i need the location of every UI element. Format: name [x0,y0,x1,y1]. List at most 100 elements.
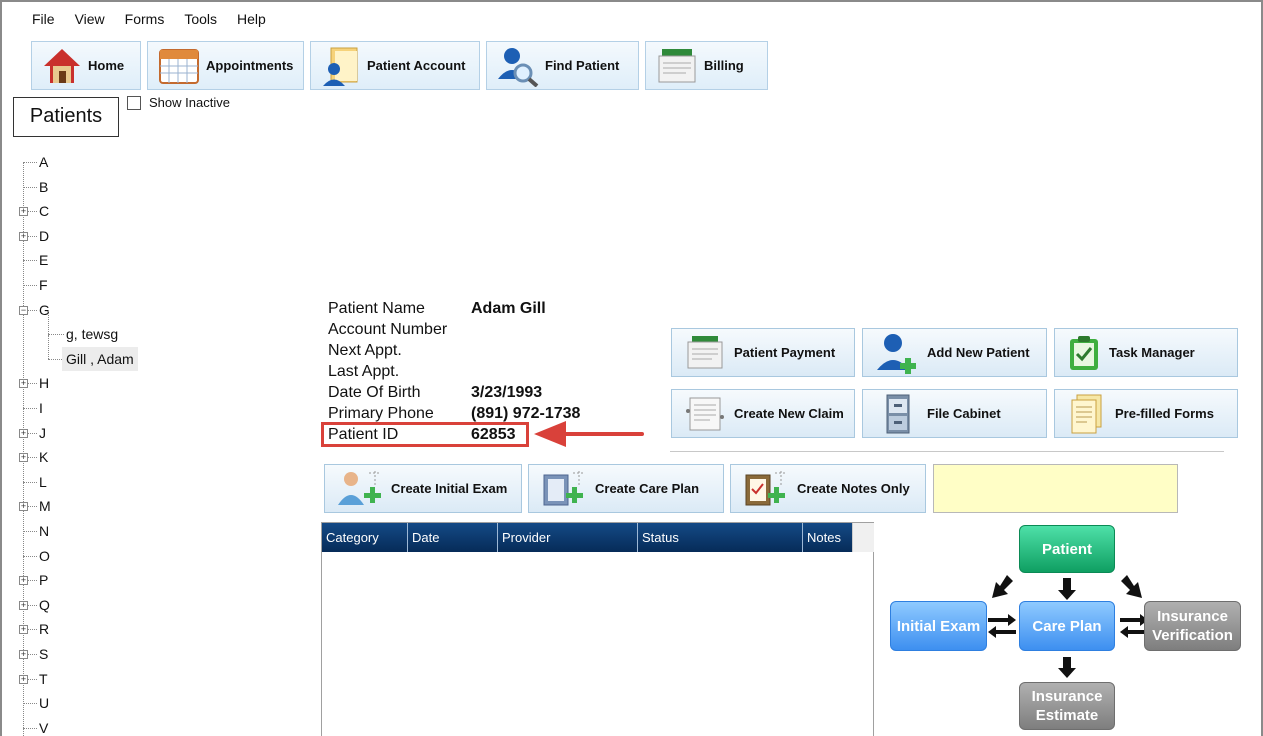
patient-name-label: Patient Name [328,300,425,317]
find-patient-button[interactable]: Find Patient [486,41,639,90]
file-cabinet-button[interactable]: File Cabinet [862,389,1047,438]
column-notes[interactable]: Notes [803,523,852,552]
prefilled-forms-label: Pre-filled Forms [1115,406,1214,421]
tree-node-n[interactable]: N [39,519,49,543]
next-appt-label: Next Appt. [328,342,402,359]
create-new-claim-label: Create New Claim [734,406,844,421]
tree-node-m[interactable]: M [39,494,51,518]
add-new-patient-button[interactable]: Add New Patient [862,328,1047,377]
dob-label: Date Of Birth [328,384,421,401]
expand-icon[interactable]: + [19,600,28,610]
expand-icon[interactable]: + [19,428,28,438]
expand-icon[interactable]: + [19,625,28,635]
billing-label: Billing [704,58,744,73]
file-cabinet-label: File Cabinet [927,406,1001,421]
tree-node-j[interactable]: J [39,421,46,445]
menu-file[interactable]: File [22,2,65,36]
tree-patient-item[interactable]: g, tewsg [66,322,118,346]
expand-icon[interactable]: + [19,502,28,512]
tree-node-t[interactable]: T [39,667,48,691]
tree-node-k[interactable]: K [39,445,48,469]
appointments-button[interactable]: Appointments [147,41,304,90]
expand-icon[interactable]: + [19,576,28,586]
create-initial-exam-label: Create Initial Exam [391,481,508,496]
file-cabinet-icon [886,394,910,433]
flow-insurance-estimate-node[interactable]: Insurance Estimate [1019,682,1115,730]
appointments-label: Appointments [206,58,294,73]
tree-connector [48,334,64,336]
tree-node-o[interactable]: O [39,544,50,568]
tree-node-u[interactable]: U [39,691,49,715]
task-manager-button[interactable]: Task Manager [1054,328,1238,377]
collapse-icon[interactable]: − [19,305,28,315]
expand-icon[interactable]: + [19,207,28,217]
patients-title: Patients [13,97,119,137]
expand-icon[interactable]: + [19,231,28,241]
tree-node-a[interactable]: A [39,150,48,174]
tree-node-f[interactable]: F [39,273,48,297]
find-patient-label: Find Patient [545,58,620,73]
home-label: Home [88,58,125,73]
tree-node-i[interactable]: I [39,396,43,420]
create-new-claim-button[interactable]: Create New Claim [671,389,855,438]
home-button[interactable]: Home [31,41,141,90]
menu-forms[interactable]: Forms [115,2,175,36]
column-status[interactable]: Status [638,523,803,552]
tree-connector [48,310,49,335]
menu-view[interactable]: View [65,2,115,36]
patient-payment-button[interactable]: Patient Payment [671,328,855,377]
grid-header: Category Date Provider Status Notes [322,523,852,552]
billing-statement-icon [658,48,696,82]
tree-node-p[interactable]: P [39,568,48,592]
tree-connector [23,481,37,483]
annotation-arrow-icon [534,421,644,447]
arrow-down-icon [1058,657,1076,678]
tree-node-l[interactable]: L [39,470,47,494]
flow-care-plan-node[interactable]: Care Plan [1019,601,1115,651]
menu-help[interactable]: Help [227,2,276,36]
billing-button[interactable]: Billing [645,41,768,90]
last-appt-label: Last Appt. [328,363,400,380]
patient-account-button[interactable]: Patient Account [310,41,480,90]
expand-icon[interactable]: + [19,379,28,389]
show-inactive-checkbox[interactable] [127,95,141,110]
menu-bar: File View Forms Tools Help [2,2,1261,36]
create-notes-only-button[interactable]: Create Notes Only [730,464,926,513]
arrow-down-right-icon [1121,575,1142,598]
create-initial-exam-button[interactable]: Create Initial Exam [324,464,522,513]
menu-tools[interactable]: Tools [174,2,227,36]
tree-node-s[interactable]: S [39,642,48,666]
prefilled-forms-button[interactable]: Pre-filled Forms [1054,389,1238,438]
tree-node-d[interactable]: D [39,224,49,248]
tree-connector [23,555,37,557]
tree-node-c[interactable]: C [39,199,49,223]
flow-insurance-verification-node[interactable]: Insurance Verification [1144,601,1241,651]
tree-node-v[interactable]: V [39,716,48,736]
visits-grid[interactable]: Category Date Provider Status Notes [321,522,874,736]
tree-node-b[interactable]: B [39,175,48,199]
flow-insurance-estimate-line1: Insurance [1031,688,1103,705]
grid-corner [852,523,874,552]
column-date[interactable]: Date [408,523,498,552]
tree-node-r[interactable]: R [39,617,49,641]
column-provider[interactable]: Provider [498,523,638,552]
show-inactive-label: Show Inactive [149,95,230,110]
tree-node-h[interactable]: H [39,371,49,395]
flow-initial-exam-node[interactable]: Initial Exam [890,601,987,651]
expand-icon[interactable]: + [19,674,28,684]
payment-statement-icon [687,335,723,368]
tree-node-e[interactable]: E [39,248,48,272]
flow-insurance-estimate-line2: Estimate [1035,707,1099,724]
expand-icon[interactable]: + [19,453,28,463]
show-inactive-toggle[interactable]: Show Inactive [127,95,230,110]
tree-node-q[interactable]: Q [39,593,50,617]
column-category[interactable]: Category [322,523,408,552]
tree-patient-item[interactable]: Gill , Adam [62,346,138,371]
add-user-icon [877,333,916,374]
section-divider [670,451,1224,452]
flow-patient-node[interactable]: Patient [1019,525,1115,573]
claim-form-icon [686,397,724,430]
primary-phone-label: Primary Phone [328,405,434,422]
expand-icon[interactable]: + [19,650,28,659]
create-care-plan-button[interactable]: Create Care Plan [528,464,724,513]
